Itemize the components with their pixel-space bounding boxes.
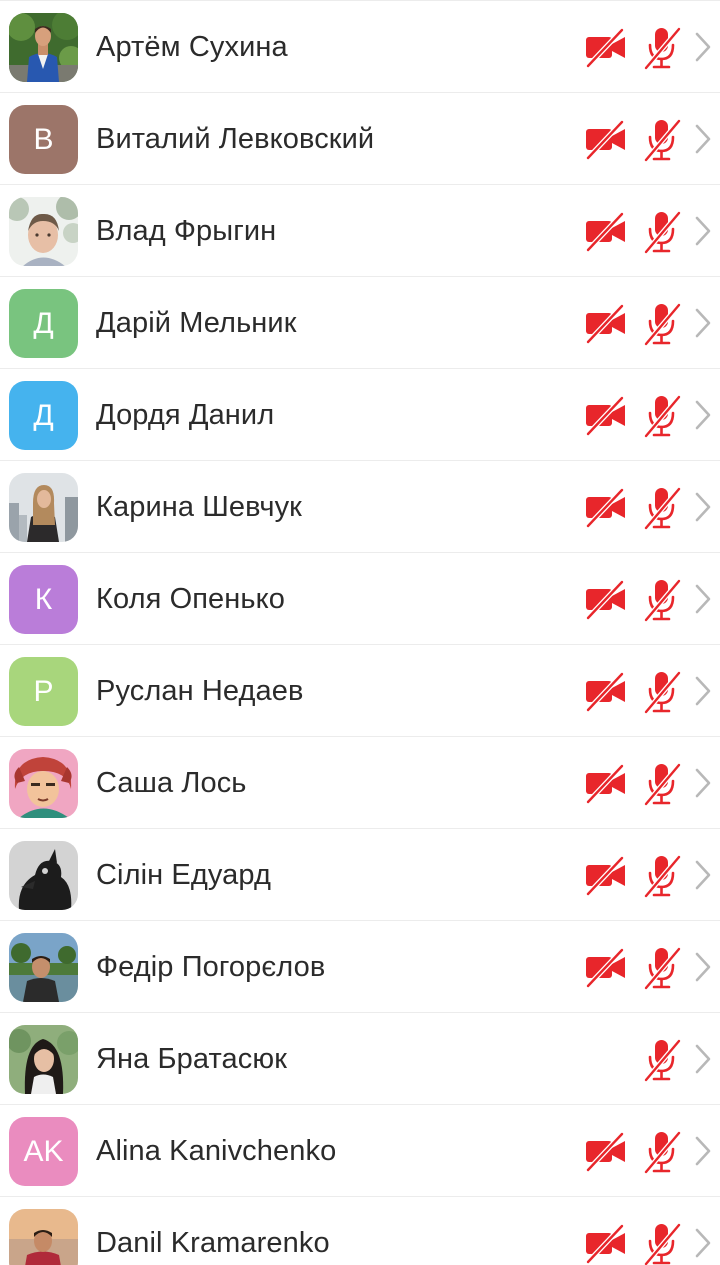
chevron-right-icon[interactable] [694, 123, 712, 155]
chevron-right-icon[interactable] [694, 1135, 712, 1167]
avatar: В [9, 105, 78, 174]
chevron-right-icon[interactable] [694, 767, 712, 799]
avatar: Д [9, 381, 78, 450]
video-camera-off-icon[interactable] [584, 27, 628, 69]
microphone-off-icon[interactable] [641, 302, 683, 347]
avatar-initials: AK [23, 1134, 64, 1168]
microphone-off-icon[interactable] [641, 486, 683, 531]
video-camera-off-icon[interactable] [584, 947, 628, 989]
chevron-right-icon[interactable] [694, 215, 712, 247]
participant-row[interactable]: В Виталий Левковский [0, 93, 720, 185]
avatar-initials: К [34, 582, 53, 616]
participant-row[interactable]: Федір Погорєлов [0, 921, 720, 1013]
participant-row[interactable]: Д Дарій Мельник [0, 277, 720, 369]
avatar-photo [9, 749, 78, 818]
microphone-off-icon[interactable] [641, 394, 683, 439]
chevron-right-icon[interactable] [694, 675, 712, 707]
participant-name: Дарій Мельник [96, 307, 297, 339]
avatar-initials: Д [33, 306, 54, 340]
participant-row[interactable]: Д Дордя Данил [0, 369, 720, 461]
microphone-off-icon[interactable] [641, 946, 683, 991]
avatar-photo [9, 1025, 78, 1094]
participant-name: Alina Kanivchenko [96, 1135, 337, 1167]
participant-name: Федір Погорєлов [96, 951, 326, 983]
microphone-off-icon[interactable] [641, 670, 683, 715]
participant-row[interactable]: Влад Фрыгин [0, 185, 720, 277]
microphone-off-icon[interactable] [641, 1222, 683, 1265]
participant-row[interactable]: К Коля Опенько [0, 553, 720, 645]
participant-row[interactable]: Сілін Едуард [0, 829, 720, 921]
video-camera-off-icon[interactable] [584, 671, 628, 713]
participant-row[interactable]: AK Alina Kanivchenko [0, 1105, 720, 1197]
participant-name: Карина Шевчук [96, 491, 302, 523]
chevron-right-icon[interactable] [694, 1043, 712, 1075]
participant-name: Артём Сухина [96, 31, 288, 63]
chevron-right-icon[interactable] [694, 951, 712, 983]
microphone-off-icon[interactable] [641, 26, 683, 71]
video-camera-off-icon[interactable] [584, 395, 628, 437]
microphone-off-icon[interactable] [641, 1038, 683, 1083]
avatar-photo [9, 841, 78, 910]
microphone-off-icon[interactable] [641, 118, 683, 163]
participant-name: Danil Kramarenko [96, 1227, 330, 1259]
video-camera-off-icon[interactable] [584, 1131, 628, 1173]
avatar-initials: Р [33, 674, 54, 708]
avatar: AK [9, 1117, 78, 1186]
participant-row[interactable]: Артём Сухина [0, 1, 720, 93]
avatar: К [9, 565, 78, 634]
chevron-right-icon[interactable] [694, 307, 712, 339]
chevron-right-icon[interactable] [694, 491, 712, 523]
avatar-initials: В [33, 122, 54, 156]
chevron-right-icon[interactable] [694, 31, 712, 63]
microphone-off-icon[interactable] [641, 210, 683, 255]
participant-name: Сілін Едуард [96, 859, 271, 891]
microphone-off-icon[interactable] [641, 1130, 683, 1175]
participant-name: Руслан Недаев [96, 675, 304, 707]
participant-name: Саша Лось [96, 767, 247, 799]
participants-list: Артём Сухина В Виталий Левковский Влад Ф… [0, 0, 720, 1265]
participant-row[interactable]: Danil Kramarenko [0, 1197, 720, 1265]
microphone-off-icon[interactable] [641, 854, 683, 899]
avatar-initials: Д [33, 398, 54, 432]
avatar-photo [9, 933, 78, 1002]
video-camera-off-icon[interactable] [584, 303, 628, 345]
participant-row[interactable]: Карина Шевчук [0, 461, 720, 553]
avatar-photo [9, 197, 78, 266]
video-camera-off-icon[interactable] [584, 579, 628, 621]
avatar: Д [9, 289, 78, 358]
participant-row[interactable]: Р Руслан Недаев [0, 645, 720, 737]
video-camera-off-icon[interactable] [584, 855, 628, 897]
participant-name: Виталий Левковский [96, 123, 375, 155]
video-camera-off-icon[interactable] [584, 763, 628, 805]
participant-name: Яна Братасюк [96, 1043, 288, 1075]
avatar-photo [9, 473, 78, 542]
participant-row[interactable]: Яна Братасюк [0, 1013, 720, 1105]
microphone-off-icon[interactable] [641, 762, 683, 807]
participant-name: Коля Опенько [96, 583, 285, 615]
video-camera-off-icon[interactable] [584, 1223, 628, 1265]
chevron-right-icon[interactable] [694, 859, 712, 891]
avatar-photo [9, 1209, 78, 1265]
microphone-off-icon[interactable] [641, 578, 683, 623]
video-camera-off-icon[interactable] [584, 211, 628, 253]
participant-name: Дордя Данил [96, 399, 275, 431]
avatar: Р [9, 657, 78, 726]
chevron-right-icon[interactable] [694, 583, 712, 615]
chevron-right-icon[interactable] [694, 399, 712, 431]
chevron-right-icon[interactable] [694, 1227, 712, 1259]
avatar-photo [9, 13, 78, 82]
video-camera-off-icon[interactable] [584, 487, 628, 529]
participant-row[interactable]: Саша Лось [0, 737, 720, 829]
participant-name: Влад Фрыгин [96, 215, 277, 247]
video-camera-off-icon[interactable] [584, 119, 628, 161]
